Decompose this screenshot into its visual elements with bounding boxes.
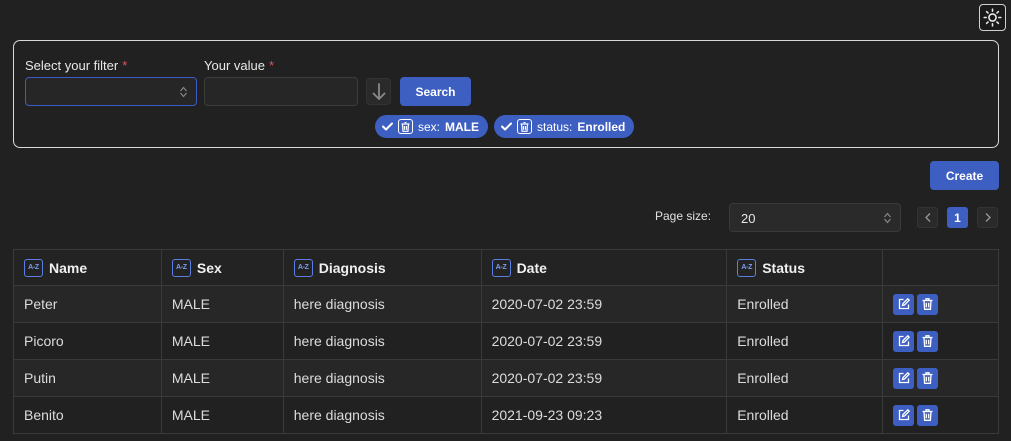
cell-sex: MALE — [160, 359, 284, 397]
delete-button[interactable] — [917, 293, 939, 315]
cell-actions — [882, 322, 999, 360]
cell-date: 2020-07-02 23:59 — [480, 322, 728, 360]
cell-sex: MALE — [160, 322, 284, 360]
edit-button[interactable] — [893, 404, 915, 426]
trash-icon[interactable] — [398, 119, 413, 134]
cell-status: Enrolled — [726, 322, 884, 360]
cell-actions — [882, 285, 999, 323]
create-button[interactable]: Create — [930, 161, 999, 190]
column-header-label: Diagnosis — [318, 259, 386, 276]
filter-select[interactable] — [25, 77, 197, 106]
column-header-label: Name — [49, 259, 88, 276]
cell-diagnosis: here diagnosis — [282, 396, 482, 434]
page-size-value: 20 — [741, 211, 756, 226]
next-page-button[interactable] — [977, 207, 998, 228]
filter-label-text: Select your filter — [25, 58, 119, 73]
check-icon — [382, 122, 393, 131]
required-mark: * — [268, 58, 275, 73]
page-button-current[interactable]: 1 — [947, 207, 968, 228]
edit-icon — [898, 409, 910, 421]
delete-button[interactable] — [917, 404, 939, 426]
cell-name: Benito — [13, 396, 162, 434]
column-header-label: Status — [762, 259, 805, 276]
chip-value: MALE — [445, 119, 480, 134]
cell-status: Enrolled — [726, 359, 884, 397]
chevron-right-icon — [985, 213, 991, 222]
value-label-text: Your value — [204, 58, 265, 73]
chevron-left-icon — [924, 213, 930, 222]
column-header-actions — [882, 249, 999, 286]
value-input[interactable] — [204, 77, 358, 106]
column-header-label: Date — [516, 259, 547, 276]
value-label: Your value * — [204, 58, 274, 73]
cell-date: 2021-09-23 09:23 — [480, 396, 728, 434]
prev-page-button[interactable] — [917, 207, 938, 228]
edit-icon — [898, 335, 910, 347]
cell-name: Peter — [13, 285, 162, 323]
column-header-date[interactable]: A-Z Date — [480, 249, 728, 286]
a-z-sort-icon[interactable]: A-Z — [24, 258, 43, 277]
chip-key: sex: — [418, 119, 441, 134]
page-size-label: Page size: — [655, 209, 712, 223]
cell-diagnosis: here diagnosis — [282, 285, 482, 323]
cell-diagnosis: here diagnosis — [282, 322, 482, 360]
filter-panel: Select your filter * Your value * Search s… — [13, 40, 999, 148]
table-row: Benito MALE here diagnosis 2021-09-23 09… — [13, 396, 999, 434]
column-header-diagnosis[interactable]: A-Z Diagnosis — [282, 249, 482, 286]
arrow-down-icon — [372, 82, 385, 100]
cell-sex: MALE — [160, 396, 284, 434]
edit-button[interactable] — [893, 293, 915, 315]
edit-button[interactable] — [893, 367, 915, 389]
filter-chip-status[interactable]: status: Enrolled — [494, 115, 635, 138]
cell-date: 2020-07-02 23:59 — [480, 359, 728, 397]
filter-chip-sex[interactable]: sex: MALE — [375, 115, 489, 138]
search-button[interactable]: Search — [400, 77, 471, 106]
trash-icon — [922, 409, 933, 421]
trash-icon — [922, 372, 933, 384]
chip-key: status: — [537, 119, 573, 134]
cell-actions — [882, 396, 999, 434]
cell-date: 2020-07-02 23:59 — [480, 285, 728, 323]
edit-icon — [898, 298, 910, 310]
table-row: Peter MALE here diagnosis 2020-07-02 23:… — [13, 285, 999, 323]
column-header-label: Sex — [196, 259, 222, 276]
required-mark: * — [122, 58, 128, 73]
table-row: Picoro MALE here diagnosis 2020-07-02 23… — [13, 322, 999, 360]
cell-diagnosis: here diagnosis — [282, 359, 482, 397]
cell-name: Picoro — [13, 322, 162, 360]
data-table: A-Z Name A-Z Sex A-Z Diagnosis A-Z Date A-Z S… — [13, 249, 999, 434]
trash-icon — [922, 335, 933, 347]
table-row: Putin MALE here diagnosis 2020-07-02 23:… — [13, 359, 999, 397]
filter-label: Select your filter * — [25, 58, 127, 73]
cell-status: Enrolled — [726, 396, 884, 434]
column-header-sex[interactable]: A-Z Sex — [160, 249, 284, 286]
a-z-sort-icon[interactable]: A-Z — [737, 258, 757, 277]
cell-sex: MALE — [160, 285, 284, 323]
a-z-sort-icon[interactable]: A-Z — [491, 258, 511, 277]
sun-icon — [983, 8, 1002, 27]
cell-actions — [882, 359, 999, 397]
a-z-sort-icon[interactable]: A-Z — [293, 258, 313, 277]
a-z-sort-icon[interactable]: A-Z — [171, 258, 191, 277]
trash-icon[interactable] — [517, 119, 532, 134]
cell-status: Enrolled — [726, 285, 884, 323]
column-header-name[interactable]: A-Z Name — [13, 249, 162, 286]
table-header-row: A-Z Name A-Z Sex A-Z Diagnosis A-Z Date A-Z S… — [13, 249, 999, 286]
edit-button[interactable] — [893, 330, 915, 352]
select-arrows-icon — [884, 212, 891, 223]
theme-toggle-button[interactable] — [979, 4, 1006, 31]
page-size-select[interactable]: 20 — [729, 203, 901, 232]
cell-name: Putin — [13, 359, 162, 397]
trash-icon — [922, 298, 933, 310]
select-arrows-icon — [180, 86, 187, 97]
chip-value: Enrolled — [577, 119, 626, 134]
column-header-status[interactable]: A-Z Status — [726, 249, 884, 286]
check-icon — [501, 122, 512, 131]
down-arrow-button[interactable] — [366, 78, 391, 105]
edit-icon — [898, 372, 910, 384]
delete-button[interactable] — [917, 330, 939, 352]
delete-button[interactable] — [917, 367, 939, 389]
